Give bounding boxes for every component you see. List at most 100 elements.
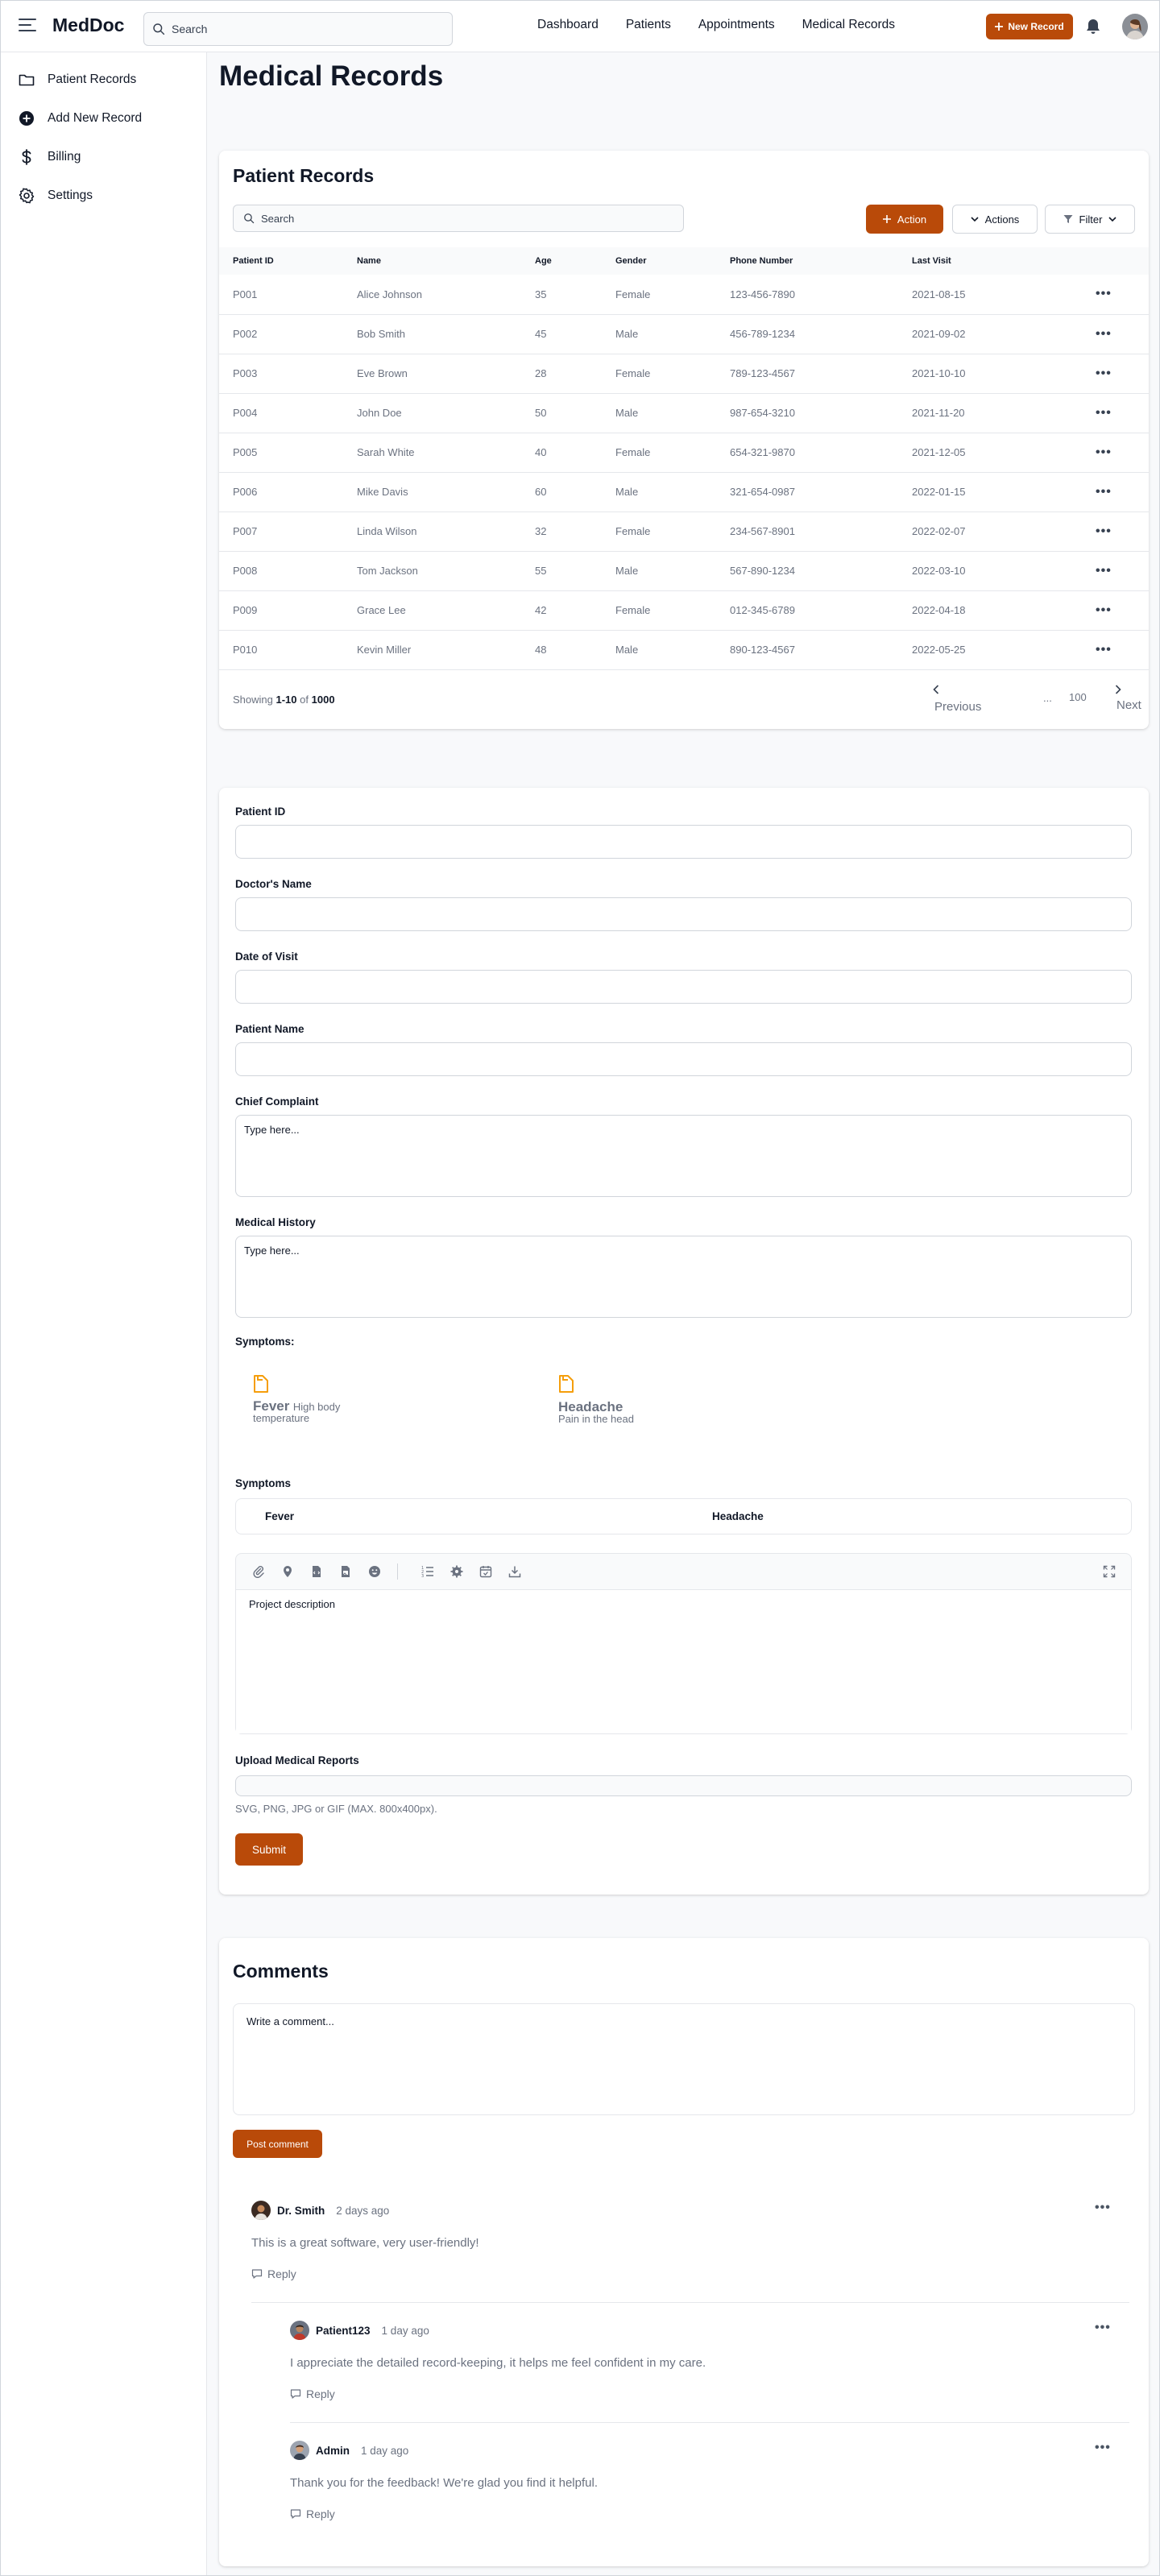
chevron-left-icon[interactable]	[933, 684, 939, 698]
project-description-textarea[interactable]	[236, 1590, 1131, 1733]
fullscreen-icon[interactable]	[1103, 1565, 1116, 1578]
more-options-icon[interactable]: •••	[1095, 2441, 1111, 2455]
column-header[interactable]: Phone Number	[730, 247, 912, 275]
more-options-icon[interactable]: •••	[1096, 327, 1112, 341]
download-icon[interactable]	[508, 1565, 521, 1578]
brand-logo[interactable]: MedDoc	[52, 14, 124, 36]
table-row[interactable]: P010 Kevin Miller 48 Male 890-123-4567 2022-0…	[219, 630, 1149, 670]
reply-button[interactable]: Reply	[290, 2508, 1129, 2520]
row-actions-cell: •••	[1096, 433, 1149, 473]
user-avatar[interactable]	[1122, 14, 1148, 39]
column-header[interactable]: Patient ID	[219, 247, 357, 275]
column-header[interactable]: Name	[357, 247, 535, 275]
sidebar-item-billing[interactable]: Billing	[1, 139, 206, 175]
pagination-ellipsis: ...	[1043, 692, 1052, 704]
table-cell: Alice Johnson	[357, 275, 535, 315]
action-button[interactable]: Action	[866, 205, 943, 234]
comment-textarea[interactable]	[234, 2004, 1134, 2114]
more-options-icon[interactable]: •••	[1096, 485, 1112, 499]
comment-author[interactable]: Patient123	[316, 2325, 371, 2337]
comment-input-box	[233, 2003, 1135, 2115]
patient-id-input[interactable]	[235, 825, 1132, 859]
table-row[interactable]: P001 Alice Johnson 35 Female 123-456-7890 202…	[219, 275, 1149, 315]
records-search-input[interactable]	[261, 212, 664, 225]
more-options-icon[interactable]: •••	[1096, 564, 1112, 578]
pagination-next[interactable]: Next	[1116, 698, 1141, 712]
comment-author[interactable]: Dr. Smith	[277, 2205, 325, 2217]
bell-icon[interactable]	[1086, 19, 1100, 35]
ordered-list-icon[interactable]: 123	[421, 1565, 434, 1578]
calendar-icon[interactable]	[479, 1565, 492, 1578]
row-actions-cell: •••	[1096, 551, 1149, 591]
more-options-icon[interactable]: •••	[1096, 406, 1112, 420]
table-cell: 40	[535, 433, 615, 473]
file-upload-input[interactable]	[235, 1775, 1132, 1796]
chevron-right-icon[interactable]	[1115, 684, 1121, 698]
settings-icon[interactable]	[450, 1565, 463, 1578]
table-cell: P004	[219, 393, 357, 433]
more-options-icon[interactable]: •••	[1096, 643, 1112, 656]
column-header[interactable]: Gender	[615, 247, 730, 275]
nav-appointments[interactable]: Appointments	[698, 18, 775, 32]
nav-dashboard[interactable]: Dashboard	[537, 18, 599, 32]
reply-button[interactable]: Reply	[290, 2388, 1129, 2400]
more-options-icon[interactable]: •••	[1096, 524, 1112, 538]
nav-medical-records[interactable]: Medical Records	[802, 18, 895, 32]
table-row[interactable]: P002 Bob Smith 45 Male 456-789-1234 2021-09-0…	[219, 314, 1149, 354]
table-cell: Sarah White	[357, 433, 535, 473]
top-search-input[interactable]	[172, 23, 429, 35]
medical-history-textarea[interactable]	[235, 1236, 1132, 1318]
table-row[interactable]: P009 Grace Lee 42 Female 012-345-6789 2022-04…	[219, 590, 1149, 631]
symptoms-selector[interactable]: Fever Headache	[235, 1498, 1132, 1534]
column-header[interactable]: Last Visit	[912, 247, 1096, 275]
reply-button[interactable]: Reply	[251, 2267, 1129, 2280]
symptom-option[interactable]: Fever	[265, 1510, 294, 1522]
more-options-icon[interactable]: •••	[1096, 603, 1112, 617]
chief-complaint-textarea[interactable]	[235, 1115, 1132, 1197]
doctor-name-input[interactable]	[235, 897, 1132, 931]
table-cell: Female	[615, 433, 730, 473]
table-row[interactable]: P006 Mike Davis 60 Male 321-654-0987 2022-01-…	[219, 472, 1149, 512]
comment-author[interactable]: Admin	[316, 2445, 350, 2457]
table-row[interactable]: P003 Eve Brown 28 Female 789-123-4567 2021-10…	[219, 354, 1149, 394]
table-row[interactable]: P004 John Doe 50 Male 987-654-3210 2021-11-20…	[219, 393, 1149, 433]
more-options-icon[interactable]: •••	[1096, 287, 1112, 300]
more-options-icon[interactable]: •••	[1096, 445, 1112, 459]
image-file-icon[interactable]	[339, 1565, 352, 1578]
showing-of: of	[300, 694, 309, 706]
more-options-icon[interactable]: •••	[1095, 2201, 1111, 2215]
nav-patients[interactable]: Patients	[626, 18, 671, 32]
symptom-card-fever[interactable]: Fever High body temperature	[253, 1374, 543, 1424]
new-record-button[interactable]: New Record	[986, 14, 1073, 39]
sidebar-item-settings[interactable]: Settings	[1, 178, 206, 213]
actions-label: Actions	[984, 213, 1020, 226]
sidebar-item-add-new-record[interactable]: Add New Record	[1, 101, 206, 136]
more-options-icon[interactable]: •••	[1095, 2321, 1111, 2335]
table-row[interactable]: P005 Sarah White 40 Female 654-321-9870 2021-…	[219, 433, 1149, 473]
date-of-visit-input[interactable]	[235, 970, 1132, 1004]
actions-dropdown[interactable]: Actions	[952, 205, 1038, 234]
filter-dropdown[interactable]: Filter	[1045, 205, 1135, 234]
pagination-page-100[interactable]: 100	[1069, 691, 1087, 703]
table-row[interactable]: P008 Tom Jackson 55 Male 567-890-1234 2022-03…	[219, 551, 1149, 591]
menu-icon[interactable]	[19, 19, 36, 33]
paperclip-icon[interactable]	[252, 1565, 265, 1578]
table-cell: 50	[535, 393, 615, 433]
map-pin-icon[interactable]	[281, 1565, 294, 1578]
table-cell: 2022-05-25	[912, 630, 1096, 670]
post-comment-button[interactable]: Post comment	[233, 2130, 322, 2158]
comment-date: 1 day ago	[381, 2324, 429, 2337]
code-file-icon[interactable]	[310, 1565, 323, 1578]
sidebar-item-patient-records[interactable]: Patient Records	[1, 62, 206, 97]
column-header[interactable]: Age	[535, 247, 615, 275]
emoji-icon[interactable]	[368, 1565, 381, 1578]
pagination-previous[interactable]: Previous	[934, 700, 981, 714]
submit-button[interactable]: Submit	[235, 1833, 303, 1866]
patient-name-input[interactable]	[235, 1042, 1132, 1076]
table-row[interactable]: P007 Linda Wilson 32 Female 234-567-8901 2022…	[219, 511, 1149, 552]
table-cell: 2022-01-15	[912, 472, 1096, 512]
symptom-card-headache[interactable]: Headache Pain in the head	[558, 1374, 848, 1425]
symptom-option[interactable]: Headache	[712, 1510, 764, 1522]
more-options-icon[interactable]: •••	[1096, 367, 1112, 380]
action-label: Action	[897, 213, 927, 226]
